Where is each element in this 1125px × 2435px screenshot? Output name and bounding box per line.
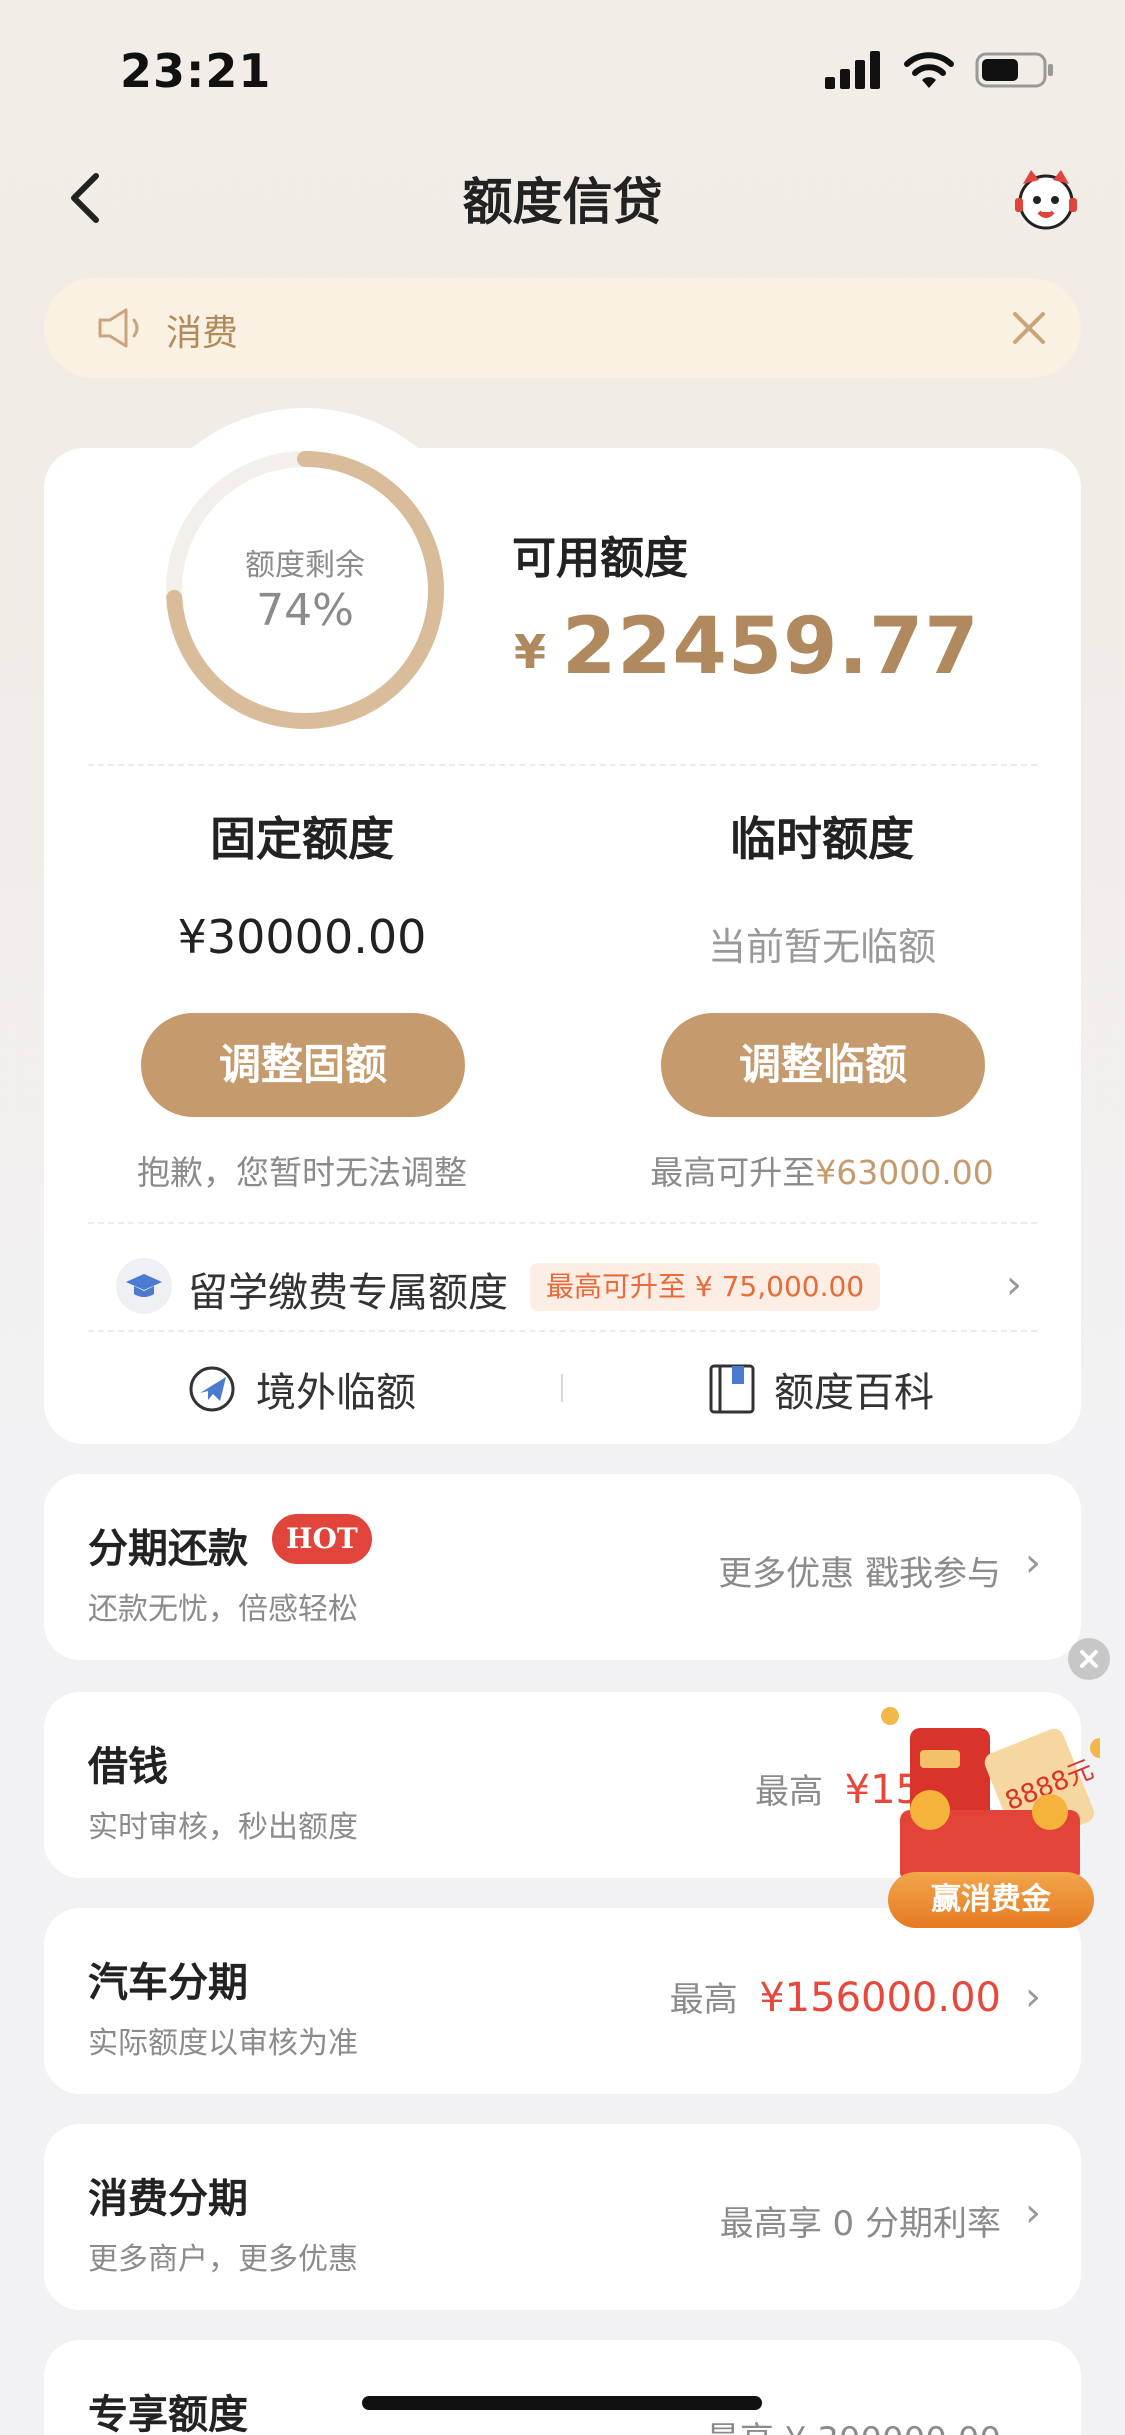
list-item-title: 分期还款 [88, 1526, 248, 1572]
notice-bar[interactable]: 消费 [44, 278, 1081, 378]
study-credit-label[interactable]: 留学缴费专属额度 [188, 1260, 508, 1318]
list-item-car-installment[interactable]: 汽车分期 实际额度以审核为准 最高 ¥156000.00 › [44, 1908, 1081, 2094]
available-amount: 22459.77 [562, 602, 980, 692]
notice-text: 消费 [166, 313, 239, 354]
fixed-credit-value: ¥30000.00 [177, 910, 427, 964]
ring-percent: 74% [256, 585, 354, 636]
list-item-subtitle: 实时审核，秒出额度 [88, 1810, 358, 1845]
speaker-icon [98, 308, 139, 348]
list-item-subtitle: 还款无忧，倍感轻松 [88, 1592, 358, 1627]
plane-icon [189, 1366, 235, 1412]
battery-icon [975, 52, 1053, 88]
right-prefix: 最高 [669, 1980, 738, 2020]
ring-label: 额度剩余 [245, 548, 365, 583]
temp-note-amount: ¥63000.00 [815, 1153, 994, 1192]
chevron-right-icon: › [1025, 2190, 1041, 2236]
divider [88, 764, 1037, 766]
divider [88, 1222, 1037, 1224]
fixed-credit-title: 固定额度 [210, 812, 394, 866]
study-credit-badge: 最高可升至 ¥ 75,000.00 [530, 1263, 881, 1311]
promo-label[interactable]: 赢消费金 [888, 1872, 1094, 1928]
list-item-title: 汽车分期 [88, 1960, 248, 2006]
fixed-credit-note: 抱歉，您暂时无法调整 [137, 1153, 467, 1192]
vertical-divider [561, 1374, 563, 1402]
divider [88, 1330, 1037, 1332]
book-icon [709, 1364, 755, 1414]
list-item-exclusive-credit[interactable]: 专享额度 最高 ¥ 300000.00 [44, 2340, 1081, 2435]
close-icon [1080, 1650, 1098, 1668]
home-indicator [362, 2396, 762, 2410]
chevron-right-icon[interactable]: › [1006, 1262, 1022, 1308]
close-icon[interactable] [1007, 306, 1051, 350]
promo-close-button[interactable] [1068, 1638, 1110, 1680]
temp-credit-title: 临时额度 [730, 812, 914, 866]
right-amount: ¥156000.00 [759, 1975, 1001, 2021]
page-title: 额度信贷 [462, 173, 663, 231]
overseas-credit-label: 境外临额 [256, 1370, 416, 1416]
credit-wiki-label: 额度百科 [774, 1370, 934, 1416]
available-currency: ¥ [514, 625, 547, 679]
list-item-installment-repayment[interactable]: 分期还款 HOT 还款无忧，倍感轻松 更多优惠 戳我参与 › [44, 1474, 1081, 1660]
graduation-cap-icon [116, 1258, 172, 1314]
status-icons [825, 50, 1055, 90]
right-prefix: 最高 [755, 1772, 824, 1812]
list-item-subtitle: 实际额度以审核为准 [88, 2026, 358, 2061]
signal-icon [825, 51, 880, 89]
overseas-credit-link[interactable]: 境外临额 [186, 1360, 416, 1418]
credit-wiki-link[interactable]: 额度百科 [708, 1360, 934, 1418]
available-label: 可用额度 [512, 533, 688, 584]
adjust-fixed-button[interactable]: 调整固额 [141, 1013, 465, 1117]
list-item-title: 借钱 [88, 1744, 168, 1790]
list-item-subtitle: 更多商户，更多优惠 [88, 2242, 358, 2277]
list-item-title: 专享额度 [88, 2392, 248, 2435]
adjust-temp-button[interactable]: 调整临额 [661, 1013, 985, 1117]
temp-credit-value: 当前暂无临额 [707, 925, 936, 969]
hot-badge: HOT [272, 1514, 372, 1564]
wifi-icon [904, 52, 954, 88]
temp-credit-note: 最高可升至¥63000.00 [542, 1146, 1102, 1194]
list-item-consumer-installment[interactable]: 消费分期 更多商户，更多优惠 最高享 0 分期利率 › [44, 2124, 1081, 2310]
chevron-right-icon: › [1025, 1974, 1041, 2020]
temp-note-prefix: 最高可升至 [650, 1153, 816, 1192]
list-item-right-text: 最高 ¥156000.00 [670, 1972, 1001, 2021]
mascot-icon[interactable] [1011, 164, 1081, 234]
list-item-right-text: 最高享 0 分期利率 [719, 2204, 1001, 2244]
status-time: 23:21 [120, 44, 272, 98]
list-item-title: 消费分期 [88, 2176, 248, 2222]
list-item-right-text: 最高 ¥ 300000.00 [706, 2412, 1001, 2435]
chevron-right-icon: › [1025, 1540, 1041, 1586]
list-item-right-text: 更多优惠 戳我参与 [718, 1554, 1001, 1594]
